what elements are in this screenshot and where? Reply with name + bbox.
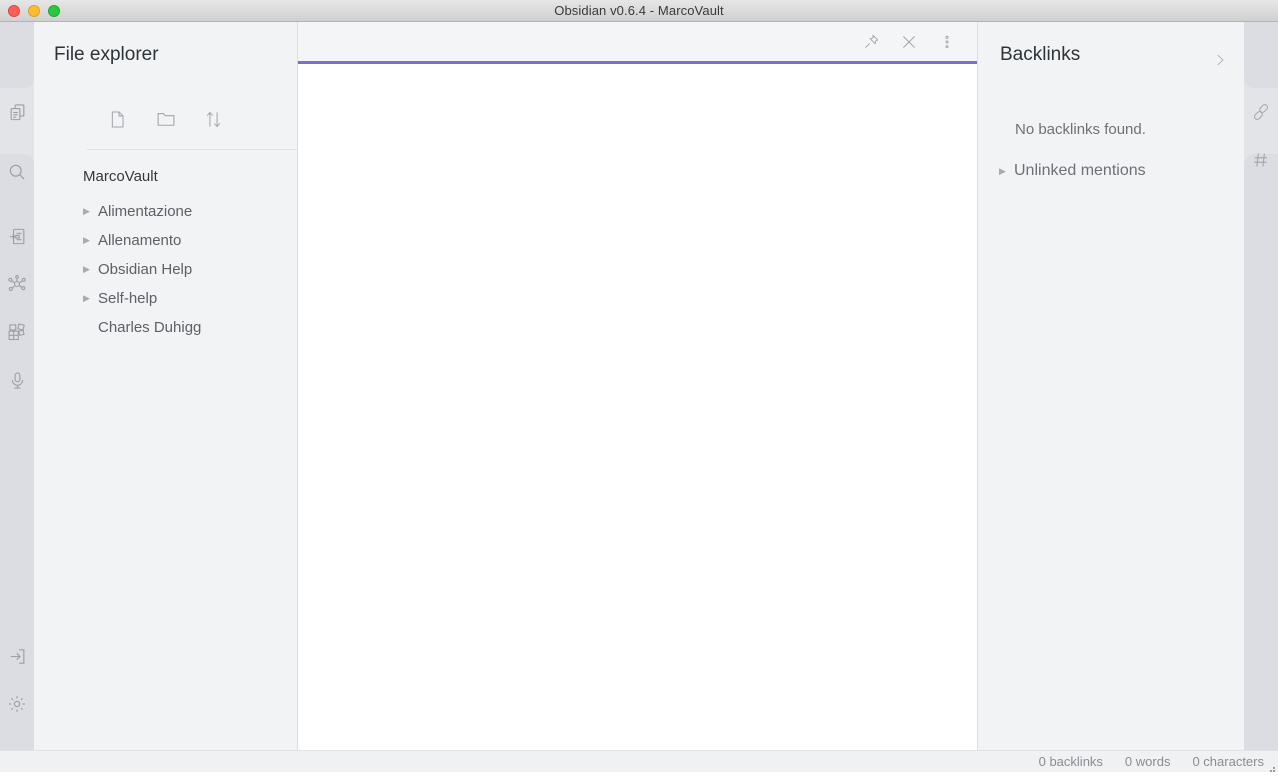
minimize-window-button[interactable] — [28, 5, 40, 17]
unlinked-mentions-label: Unlinked mentions — [1014, 162, 1146, 179]
tags-icon[interactable] — [1244, 136, 1278, 184]
tree-item-label: Self-help — [98, 290, 158, 307]
obsidian-window: Obsidian v0.6.4 - MarcoVault File explor… — [0, 0, 1278, 772]
file-explorer-panel: File explorer MarcoVault ▶ Alimentazione… — [34, 22, 307, 750]
resize-grip[interactable] — [1266, 760, 1276, 772]
settings-icon[interactable] — [0, 680, 34, 728]
tree-item-folder[interactable]: ▶ Self-help — [34, 284, 297, 313]
chevron-right-icon[interactable]: ▶ — [83, 236, 98, 245]
file-explorer-toolbar — [34, 106, 297, 132]
file-explorer-icon[interactable] — [0, 88, 34, 136]
chevron-right-icon[interactable]: ▶ — [999, 166, 1014, 176]
window-controls — [8, 0, 60, 22]
backlinks-icon[interactable] — [1244, 88, 1278, 136]
left-ribbon — [0, 22, 34, 750]
tree-spacer: ▶ — [83, 323, 98, 332]
title-bar: Obsidian v0.6.4 - MarcoVault — [0, 0, 1278, 22]
audio-recorder-icon[interactable] — [0, 356, 34, 404]
more-vertical-icon[interactable] — [935, 30, 959, 54]
window-title: Obsidian v0.6.4 - MarcoVault — [554, 3, 724, 18]
toolbar-divider — [87, 149, 307, 150]
chevron-right-icon[interactable]: ▶ — [83, 294, 98, 303]
sort-icon[interactable] — [201, 106, 227, 132]
no-backlinks-message: No backlinks found. — [1015, 121, 1146, 138]
graph-view-icon[interactable] — [0, 260, 34, 308]
tree-item-label: Allenamento — [98, 232, 182, 249]
new-folder-icon[interactable] — [153, 106, 179, 132]
tree-item-folder[interactable]: ▶ Alimentazione — [34, 197, 297, 226]
status-word-count: 0 words — [1124, 754, 1171, 769]
new-note-icon[interactable] — [105, 106, 131, 132]
tree-item-label: Obsidian Help — [98, 261, 193, 278]
backlinks-panel: Backlinks No backlinks found. ▶ Unlinked… — [978, 22, 1278, 750]
pin-icon[interactable] — [859, 30, 883, 54]
file-tree: ▶ Alimentazione ▶ Allenamento ▶ Obsidian… — [34, 197, 297, 342]
tree-item-file[interactable]: ▶ Charles Duhigg — [34, 313, 297, 342]
tree-item-folder[interactable]: ▶ Allenamento — [34, 226, 297, 255]
quick-switcher-icon[interactable] — [0, 212, 34, 260]
canvas-icon[interactable] — [0, 308, 34, 356]
close-icon[interactable] — [897, 30, 921, 54]
unlinked-mentions-section[interactable]: ▶ Unlinked mentions — [999, 162, 1146, 180]
backlinks-title: Backlinks — [1000, 44, 1081, 65]
status-character-count: 0 characters — [1192, 754, 1264, 769]
editor-pane — [298, 22, 978, 750]
editor-tab-actions — [859, 30, 977, 54]
vault-name: MarcoVault — [83, 168, 158, 185]
search-icon[interactable] — [0, 148, 34, 196]
status-bar: 0 backlinks 0 words 0 characters — [0, 750, 1278, 772]
open-vault-icon[interactable] — [0, 632, 34, 680]
rail-active-cap — [1244, 22, 1278, 88]
tree-item-folder[interactable]: ▶ Obsidian Help — [34, 255, 297, 284]
tree-item-label: Charles Duhigg — [98, 319, 202, 336]
chevron-right-icon[interactable]: ▶ — [83, 207, 98, 216]
right-ribbon — [1244, 22, 1278, 750]
chevron-right-icon[interactable]: ▶ — [83, 265, 98, 274]
status-backlinks-count: 0 backlinks — [1038, 754, 1103, 769]
editor-content-area[interactable] — [298, 64, 977, 750]
tree-item-label: Alimentazione — [98, 203, 193, 220]
rail-body-cap — [1244, 154, 1278, 750]
file-explorer-title: File explorer — [54, 44, 159, 65]
maximize-window-button[interactable] — [48, 5, 60, 17]
close-window-button[interactable] — [8, 5, 20, 17]
editor-tab-header — [298, 22, 977, 64]
chevron-right-icon[interactable] — [1208, 48, 1232, 72]
